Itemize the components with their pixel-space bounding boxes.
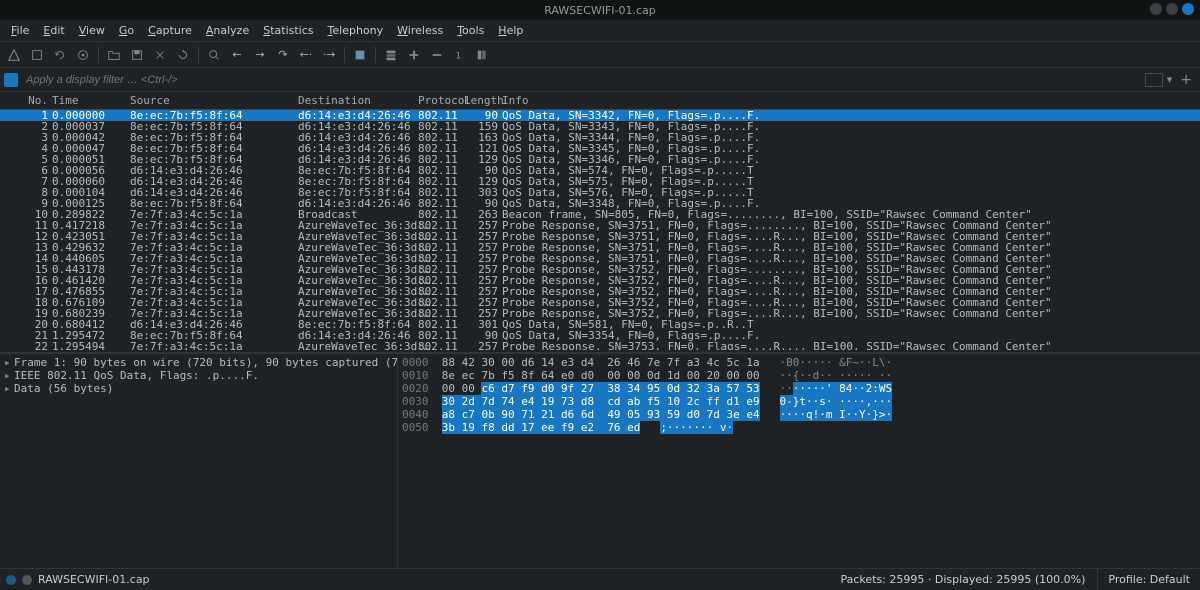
go-back-icon[interactable]: ← [227, 45, 247, 65]
colorize-icon[interactable] [381, 45, 401, 65]
column-info[interactable]: Info [502, 94, 1200, 107]
hex-row[interactable]: 0010 8e ec 7b f5 8f 64 e0 d0 00 00 0d 1d… [402, 369, 1196, 382]
packet-list-body[interactable]: 10.0000008e:ec:7b:f5:8f:64d6:14:e3:d4:26… [0, 110, 1200, 350]
tree-node[interactable]: ▸Frame 1: 90 bytes on wire (720 bits), 9… [4, 356, 393, 369]
title-bar: RAWSECWIFI-01.cap [0, 0, 1200, 20]
go-forward-icon[interactable]: → [250, 45, 270, 65]
menu-edit[interactable]: Edit [36, 22, 71, 39]
packet-list-header[interactable]: No. Time Source Destination Protocol Len… [0, 92, 1200, 110]
menu-capture[interactable]: Capture [141, 22, 199, 39]
save-file-icon[interactable] [127, 45, 147, 65]
column-time[interactable]: Time [52, 94, 130, 107]
close-file-icon[interactable] [150, 45, 170, 65]
autoscroll-icon[interactable] [350, 45, 370, 65]
hex-row[interactable]: 0020 00 00 c6 d7 f9 d0 9f 27 38 34 95 0d… [402, 382, 1196, 395]
hex-row[interactable]: 0040 a8 c7 0b 90 71 21 d6 6d 49 05 93 59… [402, 408, 1196, 421]
column-protocol[interactable]: Protocol [418, 94, 464, 107]
expert-info-icon[interactable] [6, 575, 16, 585]
resize-columns-icon[interactable] [473, 45, 493, 65]
start-capture-icon[interactable] [4, 45, 24, 65]
zoom-in-icon[interactable] [404, 45, 424, 65]
close-icon[interactable] [1182, 3, 1194, 15]
hex-row[interactable]: 0000 88 42 30 00 d6 14 e3 d4 26 46 7e 7f… [402, 356, 1196, 369]
packet-tree[interactable]: ▸Frame 1: 90 bytes on wire (720 bits), 9… [0, 354, 398, 572]
tree-node[interactable]: ▸IEEE 802.11 QoS Data, Flags: .p....F. [4, 369, 393, 382]
table-row[interactable]: 221.2954947e:7f:a3:4c:5c:1aAzureWaveTec_… [0, 341, 1200, 350]
menu-help[interactable]: Help [491, 22, 530, 39]
menu-bar: FileEditViewGoCaptureAnalyzeStatisticsTe… [0, 20, 1200, 42]
menu-wireless[interactable]: Wireless [390, 22, 450, 39]
zoom-out-icon[interactable] [427, 45, 447, 65]
stop-capture-icon[interactable] [27, 45, 47, 65]
window-controls [1150, 3, 1194, 15]
column-source[interactable]: Source [130, 94, 298, 107]
svg-text:1: 1 [456, 51, 462, 61]
separator [198, 47, 199, 63]
menu-statistics[interactable]: Statistics [256, 22, 320, 39]
capture-options-icon[interactable] [73, 45, 93, 65]
status-packets: Packets: 25995 · Displayed: 25995 (100.0… [828, 573, 1097, 586]
hex-view[interactable]: 0000 88 42 30 00 d6 14 e3 d4 26 46 7e 7f… [398, 354, 1200, 572]
menu-telephony[interactable]: Telephony [321, 22, 391, 39]
bookmark-icon[interactable] [4, 73, 18, 87]
window-title: RAWSECWIFI-01.cap [544, 4, 656, 17]
zoom-reset-icon[interactable]: 1 [450, 45, 470, 65]
status-file: RAWSECWIFI-01.cap [38, 573, 150, 586]
menu-go[interactable]: Go [112, 22, 141, 39]
reload-icon[interactable] [173, 45, 193, 65]
find-icon[interactable] [204, 45, 224, 65]
capture-comment-icon[interactable] [22, 575, 32, 585]
tree-node[interactable]: ▸Data (56 bytes) [4, 382, 393, 395]
separator [344, 47, 345, 63]
menu-analyze[interactable]: Analyze [199, 22, 256, 39]
hex-row[interactable]: 0050 3b 19 f8 dd 17 ee f9 e2 76 ed ;····… [402, 421, 1196, 434]
go-to-icon[interactable]: ↷ [273, 45, 293, 65]
details-pane: ▸Frame 1: 90 bytes on wire (720 bits), 9… [0, 354, 1200, 572]
menu-file[interactable]: File [4, 22, 36, 39]
column-length[interactable]: Length [464, 94, 502, 107]
status-profile[interactable]: Profile: Default [1097, 569, 1200, 590]
filter-bar: ▾ + [0, 68, 1200, 92]
minimize-icon[interactable] [1150, 3, 1162, 15]
open-file-icon[interactable] [104, 45, 124, 65]
packet-list: No. Time Source Destination Protocol Len… [0, 92, 1200, 352]
filter-input[interactable] [22, 72, 1145, 88]
maximize-icon[interactable] [1166, 3, 1178, 15]
separator [375, 47, 376, 63]
column-no[interactable]: No. [0, 94, 52, 107]
toolbar: ← → ↷ ←· ·→ 1 [0, 42, 1200, 68]
prev-packet-icon[interactable]: ←· [296, 45, 316, 65]
menu-view[interactable]: View [72, 22, 112, 39]
restart-capture-icon[interactable] [50, 45, 70, 65]
status-bar: RAWSECWIFI-01.cap Packets: 25995 · Displ… [0, 568, 1200, 590]
column-destination[interactable]: Destination [298, 94, 418, 107]
next-packet-icon[interactable]: ·→ [319, 45, 339, 65]
menu-tools[interactable]: Tools [450, 22, 491, 39]
separator [98, 47, 99, 63]
hex-row[interactable]: 0030 30 2d 7d 74 e4 19 73 d8 cd ab f5 10… [402, 395, 1196, 408]
filter-dropdown-icon[interactable] [1145, 73, 1163, 87]
add-filter-icon[interactable]: + [1176, 72, 1196, 88]
chevron-down-icon[interactable]: ▾ [1167, 73, 1173, 86]
